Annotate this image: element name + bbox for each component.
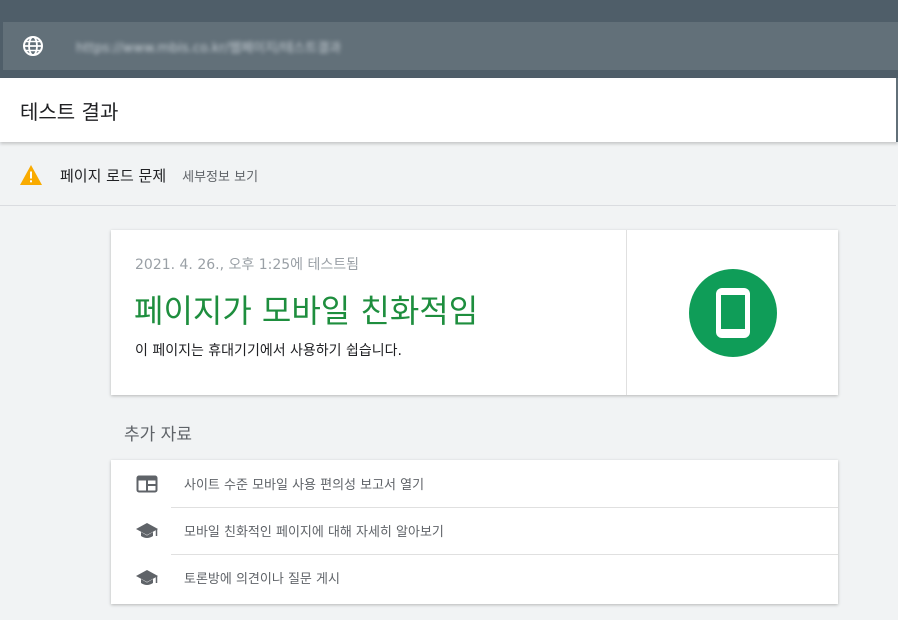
warning-text: 페이지 로드 문제 — [60, 166, 167, 185]
list-item-label: 모바일 친화적인 페이지에 대해 자세히 알아보기 — [184, 525, 444, 540]
title-bar: 테스트 결과 — [0, 78, 898, 142]
globe-icon — [22, 35, 44, 57]
report-icon — [136, 475, 158, 493]
list-item-forum[interactable]: 토론방에 의견이나 질문 게시 — [111, 554, 838, 601]
result-icon-panel — [627, 230, 838, 395]
graduation-cap-icon — [136, 569, 158, 587]
page-title: 테스트 결과 — [20, 100, 119, 124]
page-load-warning: 페이지 로드 문제 세부정보 보기 — [0, 145, 896, 206]
url-bar[interactable]: https://www.mbis.co.kr/웹페이지/테스트결과 — [3, 22, 898, 70]
list-item-learn-more[interactable]: 모바일 친화적인 페이지에 대해 자세히 알아보기 — [111, 507, 838, 554]
view-details-link[interactable]: 세부정보 보기 — [182, 166, 258, 185]
result-description: 이 페이지는 휴대기기에서 사용하기 쉽습니다. — [135, 343, 402, 359]
list-item-label: 사이트 수준 모바일 사용 편의성 보고서 열기 — [184, 478, 425, 493]
result-card: 2021. 4. 26., 오후 1:25에 테스트됨 페이지가 모바일 친화적… — [111, 230, 838, 395]
list-item-report[interactable]: 사이트 수준 모바일 사용 편의성 보고서 열기 — [111, 460, 838, 507]
warning-icon — [19, 164, 43, 186]
graduation-cap-icon — [136, 522, 158, 540]
browser-top-bar: https://www.mbis.co.kr/웹페이지/테스트결과 — [0, 0, 898, 78]
result-summary: 2021. 4. 26., 오후 1:25에 테스트됨 페이지가 모바일 친화적… — [111, 230, 627, 395]
mobile-phone-icon — [688, 268, 777, 357]
result-heading: 페이지가 모바일 친화적임 — [134, 292, 479, 330]
tested-timestamp: 2021. 4. 26., 오후 1:25에 테스트됨 — [135, 257, 360, 273]
resources-list: 사이트 수준 모바일 사용 편의성 보고서 열기 모바일 친화적인 페이지에 대… — [111, 460, 838, 604]
url-text: https://www.mbis.co.kr/웹페이지/테스트결과 — [76, 40, 342, 56]
list-item-label: 토론방에 의견이나 질문 게시 — [184, 572, 340, 587]
additional-resources-title: 추가 자료 — [124, 425, 192, 445]
